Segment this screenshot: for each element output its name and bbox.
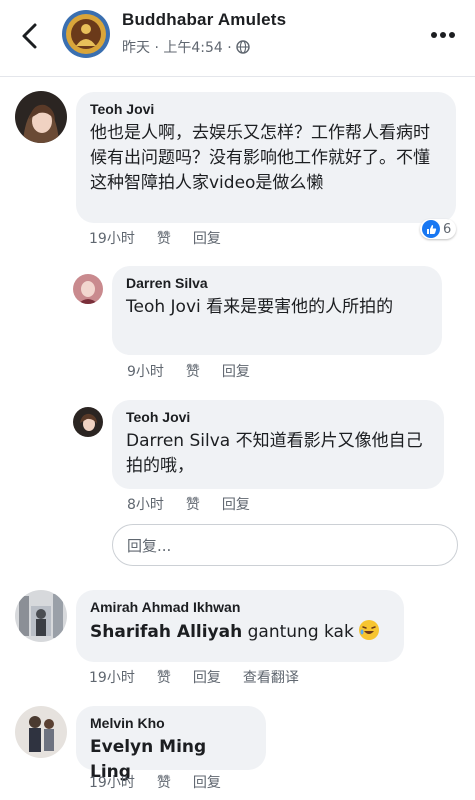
reply-bubble: Darren Silva Teoh Jovi 看来是要害他的人所拍的 bbox=[112, 266, 442, 355]
reply-button[interactable]: 回复 bbox=[193, 228, 221, 248]
like-reaction-icon bbox=[422, 220, 440, 238]
reply-time: 9小时 bbox=[127, 364, 164, 380]
like-button[interactable]: 赞 bbox=[157, 667, 171, 687]
comment-bubble: Teoh Jovi 他也是人啊，去娱乐又怎样？工作帮人看病时候有出问题吗？没有影… bbox=[76, 92, 456, 223]
like-button[interactable]: 赞 bbox=[186, 494, 200, 514]
post-header: Buddhabar Amulets 昨天 · 上午4:54 · bbox=[0, 0, 475, 77]
comment-text: 他也是人啊，去娱乐又怎样？工作帮人看病时候有出问题吗？没有影响他工作就好了。不懂… bbox=[90, 123, 430, 193]
comment-time: 19小时 bbox=[89, 670, 135, 686]
back-chevron-icon[interactable] bbox=[18, 22, 42, 50]
comment-actions: 19小时 赞 回复 查看翻译 bbox=[89, 667, 299, 687]
reply-button[interactable]: 回复 bbox=[193, 772, 221, 792]
reply-text: Darren Silva 不知道看影片又像他自己拍的哦， bbox=[126, 431, 423, 476]
globe-icon bbox=[236, 40, 250, 54]
more-dots-icon[interactable] bbox=[430, 30, 456, 40]
comment-text: gantung kak bbox=[242, 622, 354, 642]
reaction-badge[interactable]: 6 bbox=[420, 219, 457, 239]
reply-input[interactable]: 回复... bbox=[112, 524, 458, 566]
avatar[interactable] bbox=[73, 274, 103, 304]
like-button[interactable]: 赞 bbox=[157, 228, 171, 248]
reply-actions: 8小时 赞 回复 bbox=[127, 494, 250, 514]
reply-bubble: Teoh Jovi Darren Silva 不知道看影片又像他自己拍的哦， bbox=[112, 400, 444, 489]
avatar[interactable] bbox=[15, 590, 67, 642]
post-timestamp: 昨天 · 上午4:54 · bbox=[122, 40, 232, 56]
like-button[interactable]: 赞 bbox=[186, 361, 200, 381]
reply-button[interactable]: 回复 bbox=[222, 494, 250, 514]
comment-time: 19小时 bbox=[89, 231, 135, 247]
reply-button[interactable]: 回复 bbox=[193, 667, 221, 687]
comment-body: Sharifah Alliyah gantung kak bbox=[90, 619, 390, 645]
reply-author[interactable]: Teoh Jovi bbox=[126, 409, 430, 425]
comment-author[interactable]: Amirah Ahmad Ikhwan bbox=[90, 599, 390, 615]
reply-text: Teoh Jovi 看来是要害他的人所拍的 bbox=[126, 297, 394, 317]
comment-author[interactable]: Teoh Jovi bbox=[90, 101, 442, 117]
post-meta: 昨天 · 上午4:54 · bbox=[122, 37, 250, 57]
avatar[interactable] bbox=[15, 706, 67, 758]
reply-actions: 9小时 赞 回复 bbox=[127, 361, 250, 381]
page-avatar[interactable] bbox=[62, 10, 110, 58]
comment-bubble: Amirah Ahmad Ikhwan Sharifah Alliyah gan… bbox=[76, 590, 404, 662]
reply-author[interactable]: Darren Silva bbox=[126, 275, 428, 291]
reply-time: 8小时 bbox=[127, 497, 164, 513]
reaction-count: 6 bbox=[443, 221, 452, 237]
page-title[interactable]: Buddhabar Amulets bbox=[122, 10, 286, 30]
like-button[interactable]: 赞 bbox=[157, 772, 171, 792]
see-translation-button[interactable]: 查看翻译 bbox=[243, 667, 299, 687]
comment-actions: 19小时 赞 回复 bbox=[89, 772, 221, 792]
comment-actions: 19小时 赞 回复 bbox=[89, 228, 221, 248]
comment-author[interactable]: Melvin Kho bbox=[90, 715, 252, 731]
reply-button[interactable]: 回复 bbox=[222, 361, 250, 381]
avatar[interactable] bbox=[73, 407, 103, 437]
comment-time: 19小时 bbox=[89, 775, 135, 791]
laughing-emoji-icon bbox=[358, 620, 379, 640]
mention-link[interactable]: Sharifah Alliyah bbox=[90, 622, 242, 642]
comment-bubble: Melvin Kho Evelyn Ming Ling bbox=[76, 706, 266, 782]
avatar[interactable] bbox=[15, 91, 67, 143]
